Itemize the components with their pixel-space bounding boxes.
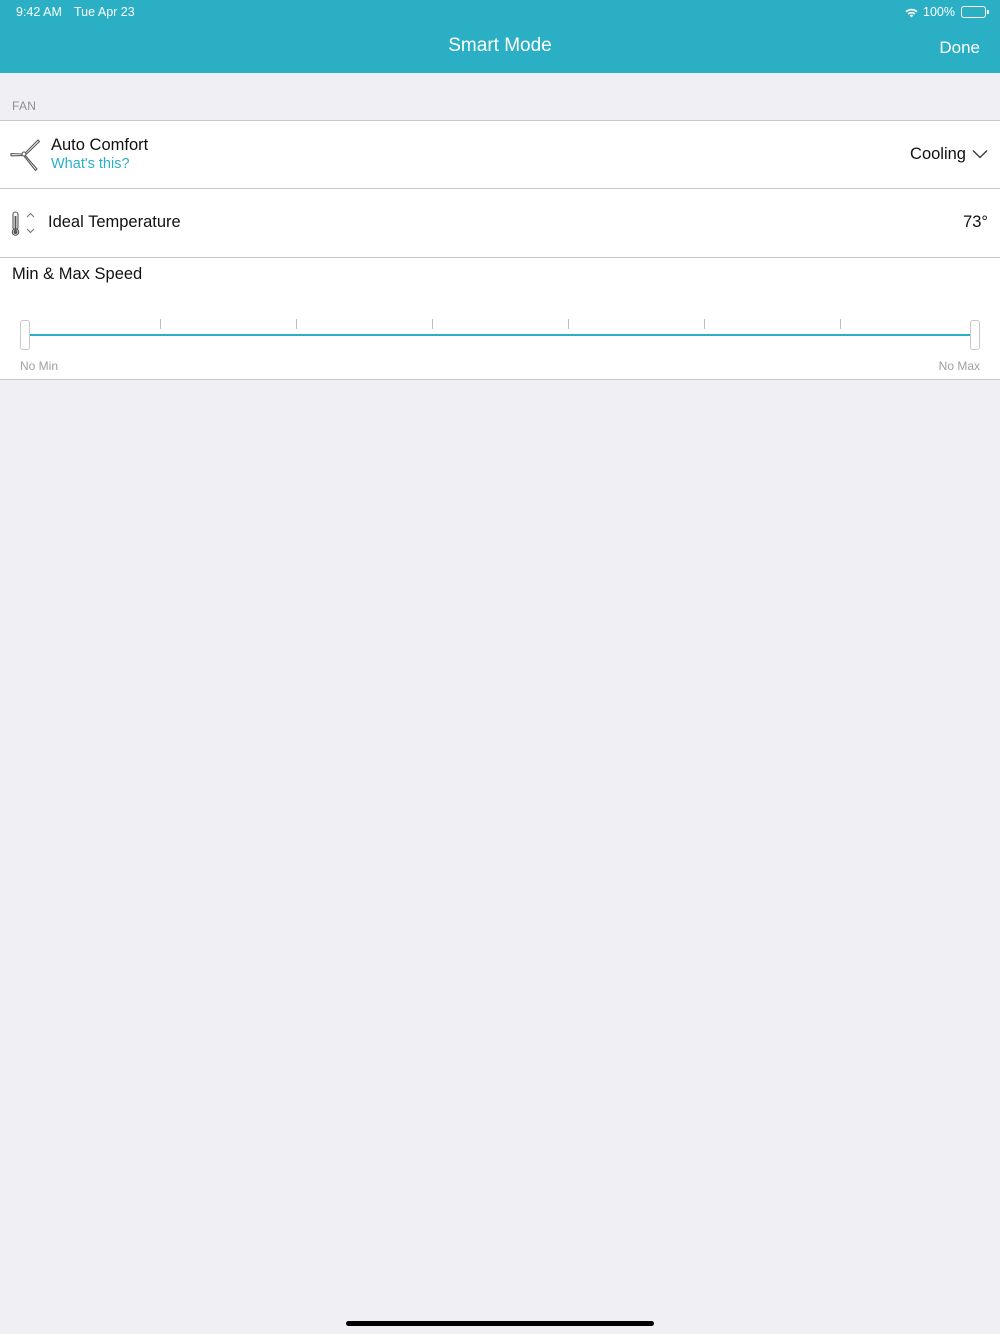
ideal-temperature-row[interactable]: Ideal Temperature 73° [0, 189, 1000, 258]
battery-icon [961, 6, 989, 18]
auto-comfort-mode-value: Cooling [910, 145, 966, 163]
speed-tick [568, 319, 569, 329]
min-speed-label: No Min [20, 359, 59, 373]
thermometer-icon [10, 210, 40, 238]
speed-tick [840, 319, 841, 329]
auto-comfort-row[interactable]: Auto Comfort What's this? Cooling [0, 120, 1000, 189]
speed-tick [296, 319, 297, 329]
navigation-bar: 9:42 AM Tue Apr 23 100% Smart Mode Done [0, 0, 1000, 73]
whats-this-link[interactable]: What's this? [51, 156, 130, 172]
speed-tick [432, 319, 433, 329]
section-header-fan: FAN [12, 99, 37, 113]
chevron-down-icon [972, 146, 988, 164]
auto-comfort-label: Auto Comfort [51, 136, 149, 154]
smart-mode-screen: 9:42 AM Tue Apr 23 100% Smart Mode Done … [0, 0, 1000, 1334]
status-date: Tue Apr 23 [74, 5, 135, 19]
battery-percent: 100% [923, 5, 955, 19]
max-speed-handle[interactable] [970, 320, 980, 350]
max-speed-label: No Max [938, 359, 980, 373]
speed-range-label: Min & Max Speed [12, 265, 143, 283]
home-indicator [346, 1321, 654, 1326]
status-time: 9:42 AM [16, 5, 62, 19]
auto-comfort-mode-dropdown[interactable]: Cooling [910, 145, 988, 164]
wifi-icon [904, 7, 919, 18]
speed-slider-track[interactable] [25, 334, 975, 336]
speed-range-row: Min & Max Speed No Min No Max [0, 258, 1000, 380]
done-button[interactable]: Done [939, 38, 980, 58]
speed-tick [160, 319, 161, 329]
fan-icon [10, 138, 42, 172]
page-title: Smart Mode [448, 35, 552, 56]
min-speed-handle[interactable] [20, 320, 30, 350]
status-indicators: 100% [904, 4, 989, 20]
ideal-temperature-value[interactable]: 73° [963, 213, 988, 232]
speed-tick [704, 319, 705, 329]
ideal-temperature-label: Ideal Temperature [48, 213, 181, 231]
